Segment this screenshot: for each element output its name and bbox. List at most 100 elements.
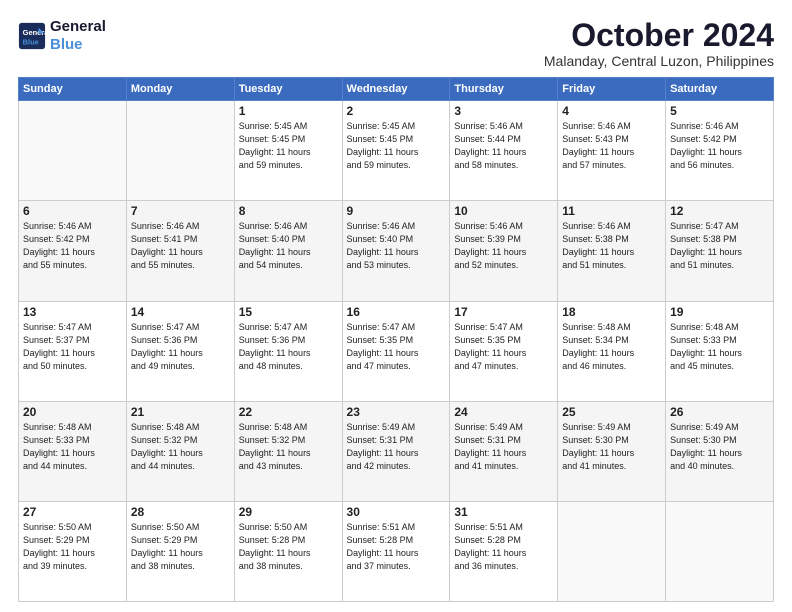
calendar-cell: 6 Sunrise: 5:46 AM Sunset: 5:42 PM Daylig…: [19, 201, 127, 301]
day-number: 15: [239, 305, 338, 319]
title-block: October 2024 Malanday, Central Luzon, Ph…: [544, 18, 774, 69]
day-number: 7: [131, 204, 230, 218]
day-info: Sunrise: 5:46 AM Sunset: 5:40 PM Dayligh…: [347, 220, 446, 272]
calendar-row: 1Sunrise: 5:45 AM Sunset: 5:45 PM Daylig…: [19, 101, 774, 201]
day-info: Sunrise: 5:51 AM Sunset: 5:28 PM Dayligh…: [347, 521, 446, 573]
logo: General Blue General Blue: [18, 18, 106, 54]
day-number: 13: [23, 305, 122, 319]
day-number: 20: [23, 405, 122, 419]
weekday-header: Wednesday: [342, 78, 450, 101]
calendar-cell: 12 Sunrise: 5:47 AM Sunset: 5:38 PM Dayli…: [666, 201, 774, 301]
location: Malanday, Central Luzon, Philippines: [544, 53, 774, 69]
day-number: 12: [670, 204, 769, 218]
logo-icon: General Blue: [18, 22, 46, 50]
calendar-row: 20Sunrise: 5:48 AM Sunset: 5:33 PM Dayli…: [19, 401, 774, 501]
day-info: Sunrise: 5:47 AM Sunset: 5:37 PM Dayligh…: [23, 321, 122, 373]
day-number: 29: [239, 505, 338, 519]
calendar-cell: 26 Sunrise: 5:49 AM Sunset: 5:30 PM Dayli…: [666, 401, 774, 501]
day-number: 6: [23, 204, 122, 218]
calendar-cell: 5 Sunrise: 5:46 AM Sunset: 5:42 PM Daylig…: [666, 101, 774, 201]
calendar-cell: 30 Sunrise: 5:51 AM Sunset: 5:28 PM Dayli…: [342, 501, 450, 601]
day-info: Sunrise: 5:45 AM Sunset: 5:45 PM Dayligh…: [347, 120, 446, 172]
weekday-header: Friday: [558, 78, 666, 101]
day-number: 23: [347, 405, 446, 419]
calendar-cell: 21Sunrise: 5:48 AM Sunset: 5:32 PM Dayli…: [126, 401, 234, 501]
calendar-cell: 3 Sunrise: 5:46 AM Sunset: 5:44 PM Daylig…: [450, 101, 558, 201]
weekday-header: Thursday: [450, 78, 558, 101]
calendar-cell: 16Sunrise: 5:47 AM Sunset: 5:35 PM Dayli…: [342, 301, 450, 401]
day-info: Sunrise: 5:51 AM Sunset: 5:28 PM Dayligh…: [454, 521, 553, 573]
day-info: Sunrise: 5:48 AM Sunset: 5:34 PM Dayligh…: [562, 321, 661, 373]
day-number: 4: [562, 104, 661, 118]
calendar-cell: 27Sunrise: 5:50 AM Sunset: 5:29 PM Dayli…: [19, 501, 127, 601]
day-info: Sunrise: 5:49 AM Sunset: 5:30 PM Dayligh…: [562, 421, 661, 473]
calendar-cell: 25 Sunrise: 5:49 AM Sunset: 5:30 PM Dayli…: [558, 401, 666, 501]
weekday-header: Saturday: [666, 78, 774, 101]
calendar-cell: 31 Sunrise: 5:51 AM Sunset: 5:28 PM Dayli…: [450, 501, 558, 601]
day-number: 10: [454, 204, 553, 218]
weekday-header: Sunday: [19, 78, 127, 101]
day-number: 24: [454, 405, 553, 419]
day-info: Sunrise: 5:46 AM Sunset: 5:44 PM Dayligh…: [454, 120, 553, 172]
day-info: Sunrise: 5:46 AM Sunset: 5:43 PM Dayligh…: [562, 120, 661, 172]
header: General Blue General Blue October 2024 M…: [18, 18, 774, 69]
calendar-cell: [126, 101, 234, 201]
day-number: 26: [670, 405, 769, 419]
day-info: Sunrise: 5:46 AM Sunset: 5:39 PM Dayligh…: [454, 220, 553, 272]
calendar-cell: 17 Sunrise: 5:47 AM Sunset: 5:35 PM Dayli…: [450, 301, 558, 401]
day-info: Sunrise: 5:48 AM Sunset: 5:32 PM Dayligh…: [239, 421, 338, 473]
day-number: 5: [670, 104, 769, 118]
calendar-cell: 11 Sunrise: 5:46 AM Sunset: 5:38 PM Dayli…: [558, 201, 666, 301]
day-info: Sunrise: 5:49 AM Sunset: 5:31 PM Dayligh…: [347, 421, 446, 473]
calendar-cell: [19, 101, 127, 201]
day-info: Sunrise: 5:50 AM Sunset: 5:29 PM Dayligh…: [23, 521, 122, 573]
day-number: 3: [454, 104, 553, 118]
day-number: 25: [562, 405, 661, 419]
logo-line2: Blue: [50, 36, 106, 54]
svg-text:Blue: Blue: [23, 37, 39, 46]
day-number: 19: [670, 305, 769, 319]
day-info: Sunrise: 5:47 AM Sunset: 5:36 PM Dayligh…: [131, 321, 230, 373]
day-number: 28: [131, 505, 230, 519]
day-info: Sunrise: 5:50 AM Sunset: 5:28 PM Dayligh…: [239, 521, 338, 573]
calendar-cell: 20Sunrise: 5:48 AM Sunset: 5:33 PM Dayli…: [19, 401, 127, 501]
day-number: 31: [454, 505, 553, 519]
day-info: Sunrise: 5:49 AM Sunset: 5:30 PM Dayligh…: [670, 421, 769, 473]
day-info: Sunrise: 5:47 AM Sunset: 5:38 PM Dayligh…: [670, 220, 769, 272]
day-info: Sunrise: 5:45 AM Sunset: 5:45 PM Dayligh…: [239, 120, 338, 172]
weekday-header-row: SundayMondayTuesdayWednesdayThursdayFrid…: [19, 78, 774, 101]
day-info: Sunrise: 5:46 AM Sunset: 5:40 PM Dayligh…: [239, 220, 338, 272]
calendar-cell: [558, 501, 666, 601]
day-number: 14: [131, 305, 230, 319]
day-info: Sunrise: 5:46 AM Sunset: 5:38 PM Dayligh…: [562, 220, 661, 272]
calendar-cell: 13 Sunrise: 5:47 AM Sunset: 5:37 PM Dayli…: [19, 301, 127, 401]
calendar-cell: 24Sunrise: 5:49 AM Sunset: 5:31 PM Dayli…: [450, 401, 558, 501]
day-number: 8: [239, 204, 338, 218]
weekday-header: Tuesday: [234, 78, 342, 101]
day-number: 30: [347, 505, 446, 519]
day-number: 22: [239, 405, 338, 419]
month-title: October 2024: [544, 18, 774, 53]
calendar-cell: 2 Sunrise: 5:45 AM Sunset: 5:45 PM Daylig…: [342, 101, 450, 201]
calendar-cell: 28 Sunrise: 5:50 AM Sunset: 5:29 PM Dayli…: [126, 501, 234, 601]
logo-line1: General: [50, 18, 106, 36]
calendar-cell: 22 Sunrise: 5:48 AM Sunset: 5:32 PM Dayli…: [234, 401, 342, 501]
day-number: 17: [454, 305, 553, 319]
day-info: Sunrise: 5:47 AM Sunset: 5:35 PM Dayligh…: [454, 321, 553, 373]
day-info: Sunrise: 5:46 AM Sunset: 5:42 PM Dayligh…: [23, 220, 122, 272]
day-number: 2: [347, 104, 446, 118]
calendar-cell: 29 Sunrise: 5:50 AM Sunset: 5:28 PM Dayli…: [234, 501, 342, 601]
day-number: 11: [562, 204, 661, 218]
day-number: 18: [562, 305, 661, 319]
day-info: Sunrise: 5:46 AM Sunset: 5:42 PM Dayligh…: [670, 120, 769, 172]
day-info: Sunrise: 5:47 AM Sunset: 5:36 PM Dayligh…: [239, 321, 338, 373]
calendar-cell: 19Sunrise: 5:48 AM Sunset: 5:33 PM Dayli…: [666, 301, 774, 401]
calendar-row: 13 Sunrise: 5:47 AM Sunset: 5:37 PM Dayli…: [19, 301, 774, 401]
day-number: 16: [347, 305, 446, 319]
page: General Blue General Blue October 2024 M…: [0, 0, 792, 612]
logo-text: General Blue: [50, 18, 106, 54]
day-info: Sunrise: 5:50 AM Sunset: 5:29 PM Dayligh…: [131, 521, 230, 573]
calendar-cell: 4 Sunrise: 5:46 AM Sunset: 5:43 PM Daylig…: [558, 101, 666, 201]
calendar-cell: 9Sunrise: 5:46 AM Sunset: 5:40 PM Daylig…: [342, 201, 450, 301]
calendar-cell: 14 Sunrise: 5:47 AM Sunset: 5:36 PM Dayli…: [126, 301, 234, 401]
